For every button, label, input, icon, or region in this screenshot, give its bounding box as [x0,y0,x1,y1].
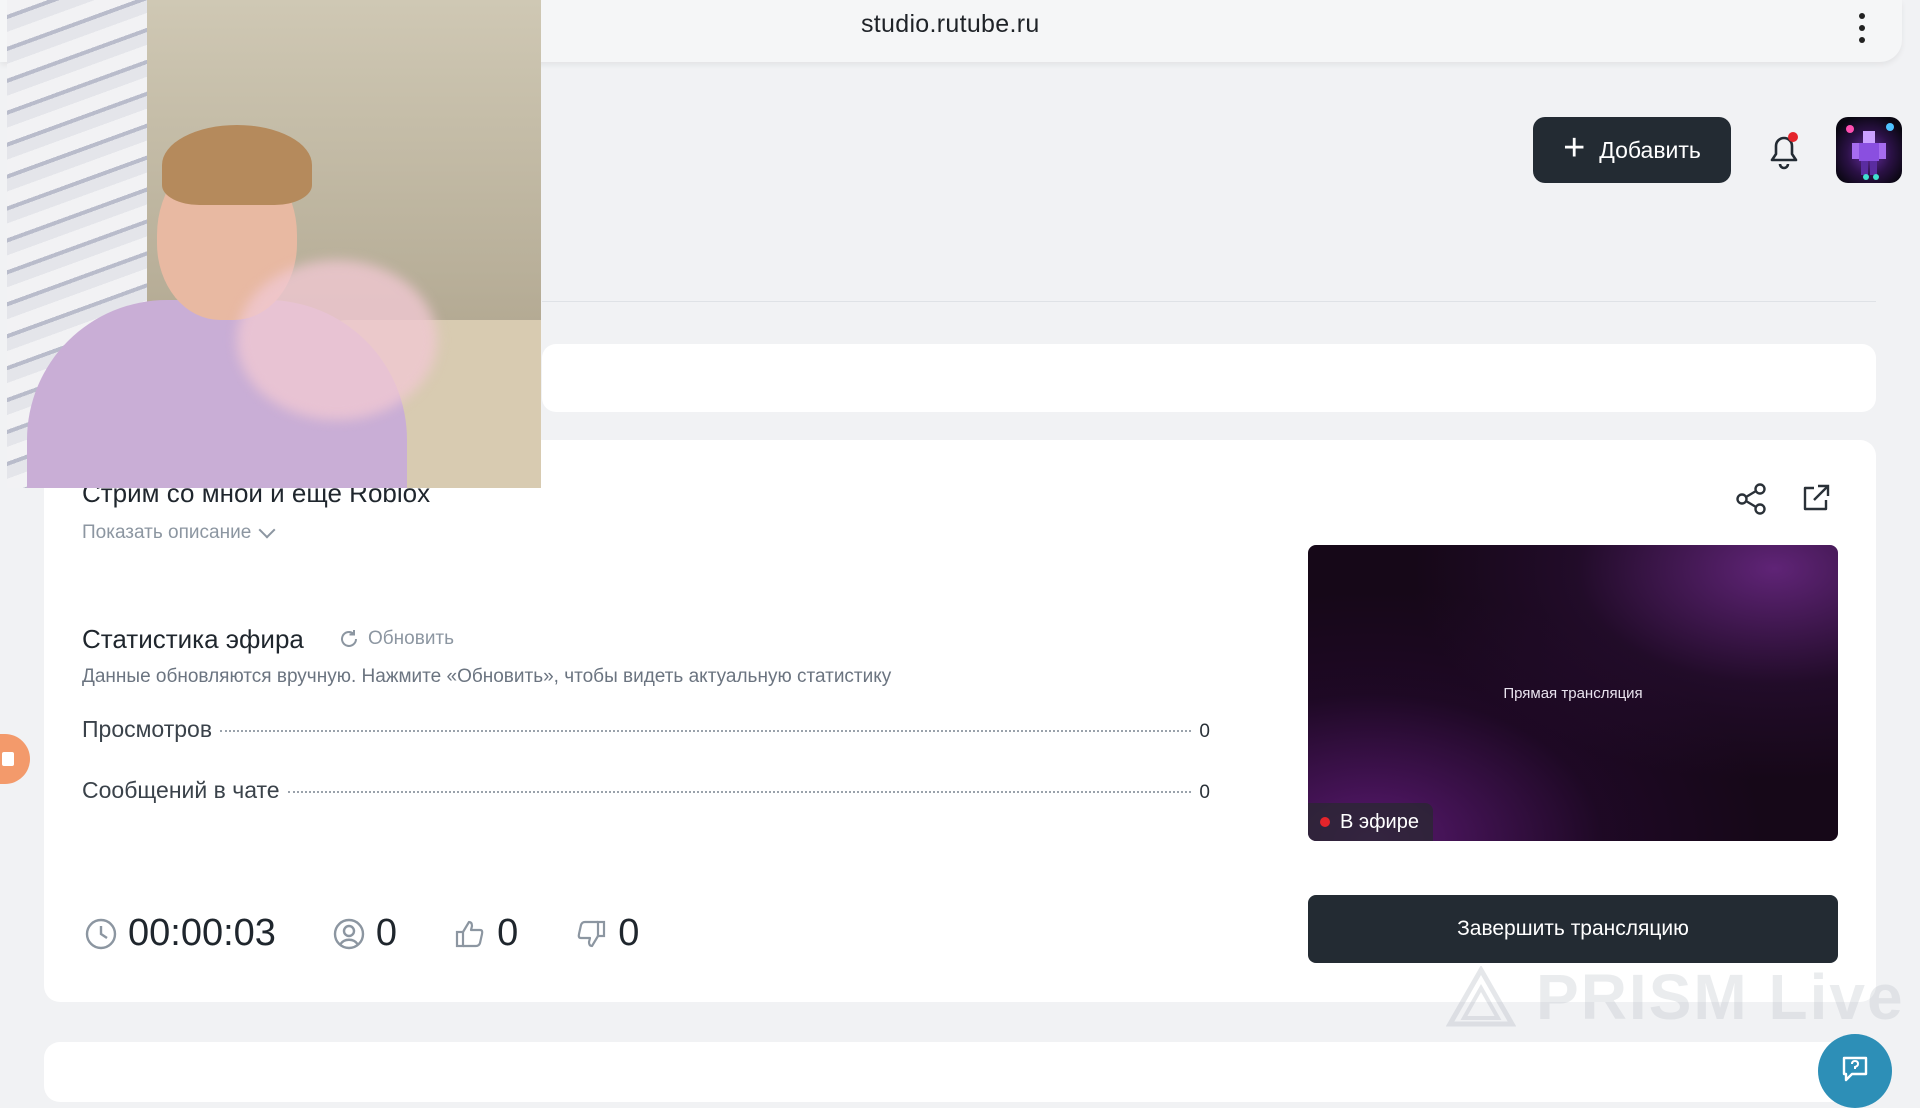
plus-icon: + [1563,127,1586,169]
next-section-card [44,1042,1876,1102]
url-text[interactable]: studio.rutube.ru [861,10,1040,39]
share-icon [1736,483,1766,515]
refresh-label: Обновить [368,628,455,649]
thumbs-up-icon [455,920,484,947]
info-strip-card [542,344,1876,412]
bell-icon [1770,132,1798,170]
browser-menu-button[interactable] [1852,6,1872,50]
refresh-button[interactable]: Обновить [338,628,454,650]
webcam-overlay [7,0,541,488]
recording-side-tab[interactable] [0,734,30,784]
dotted-leader [287,791,1192,793]
dotted-leader [220,730,1192,732]
dislikes-value: 0 [618,912,640,954]
watermark-text: PRISM Live [1536,961,1905,1033]
chat-help-icon [1842,1056,1868,1082]
menu-dot-icon [1859,37,1865,43]
user-icon [333,918,365,949]
live-status-badge: В эфире [1308,803,1433,841]
live-badge-label: В эфире [1340,810,1419,833]
user-avatar[interactable] [1836,117,1902,183]
avatar-figure-icon [1846,123,1894,180]
show-description-label: Показать описание [82,522,252,543]
support-chat-button[interactable] [1818,1034,1892,1108]
duration-counter: 00:00:03 [84,912,276,955]
prism-watermark: PRISM Live [1446,960,1905,1034]
prism-logo-icon [1446,966,1516,1027]
likes-counter: 0 [453,912,518,955]
notifications-button[interactable] [1764,128,1804,172]
chevron-down-icon [258,521,276,539]
live-counters: 00:00:03 0 0 0 [84,912,695,955]
viewers-value: 0 [375,912,398,954]
thumbs-down-icon [577,920,606,947]
share-button[interactable] [1734,482,1768,516]
add-button-label: Добавить [1599,136,1701,163]
end-broadcast-button[interactable]: Завершить трансляцию [1308,895,1838,963]
camera-icon [2,752,14,766]
add-button[interactable]: + Добавить [1533,117,1731,183]
viewers-counter: 0 [332,912,397,955]
stats-title: Статистика эфира [82,624,304,654]
likes-value: 0 [497,912,519,954]
clock-icon [85,918,117,949]
stats-note: Данные обновляются вручную. Нажмите «Обн… [82,666,892,687]
stat-label: Сообщений в чате [82,777,280,803]
stat-value: 0 [1199,782,1210,803]
duration-value: 00:00:03 [128,912,276,954]
stat-value: 0 [1199,721,1210,742]
menu-dot-icon [1859,25,1865,31]
stat-row-chat-messages: Сообщений в чате 0 [82,777,1210,804]
preview-label: Прямая трансляция [1503,685,1643,702]
menu-dot-icon [1859,13,1865,19]
external-link-icon [1803,484,1830,511]
header-divider [542,301,1876,302]
stat-label: Просмотров [82,716,213,742]
dislikes-counter: 0 [574,912,639,955]
webcam-person-hand [237,260,437,420]
open-external-button[interactable] [1800,482,1832,514]
refresh-icon [341,630,357,647]
live-dot-icon [1320,817,1330,827]
stream-preview[interactable]: Прямая трансляция [1308,545,1838,841]
show-description-toggle[interactable]: Показать описание [82,521,276,544]
webcam-person-hair [162,125,312,205]
stat-row-views: Просмотров 0 [82,716,1210,743]
